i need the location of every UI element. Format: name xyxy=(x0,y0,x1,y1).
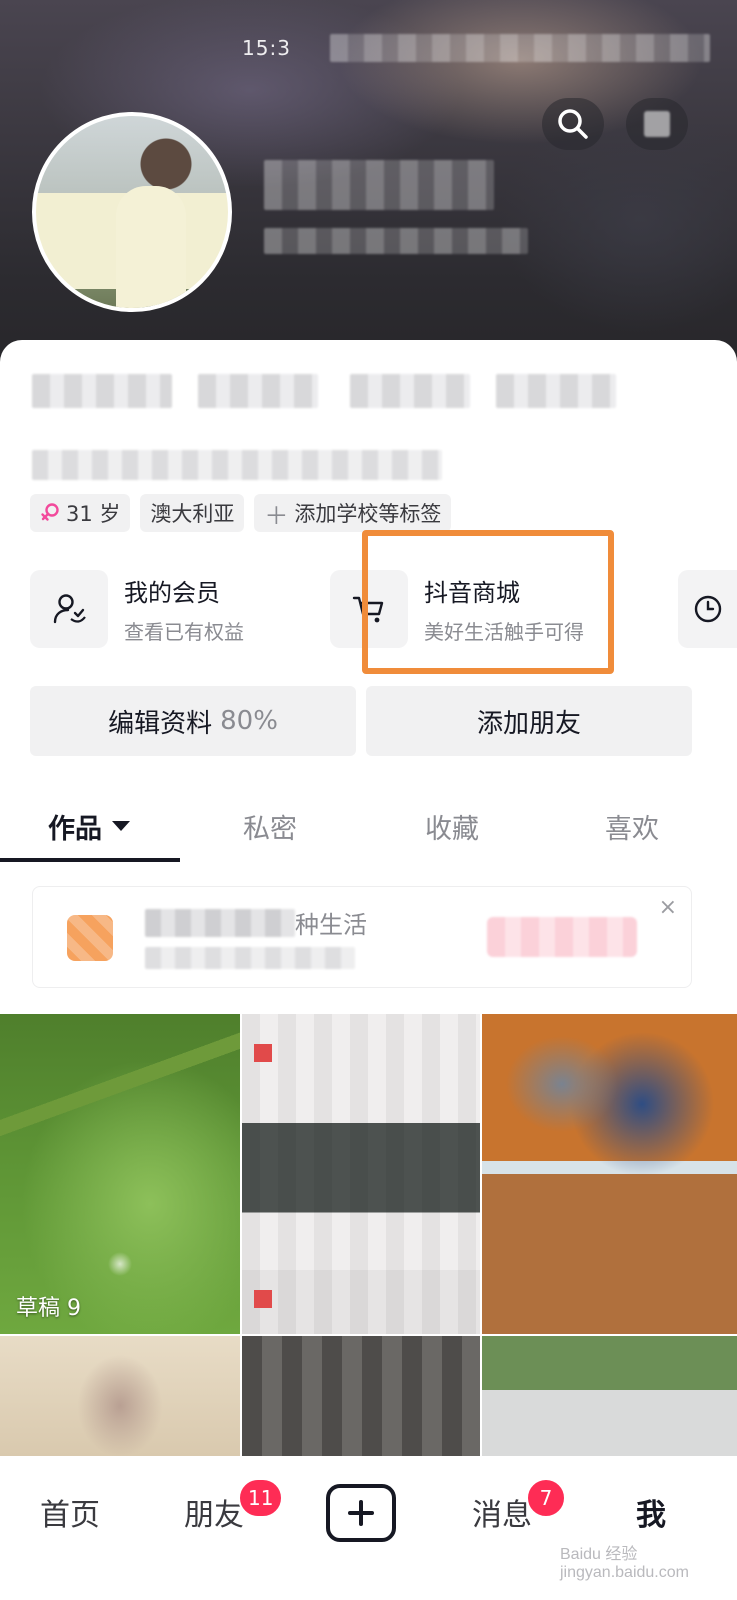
banner-action-button[interactable] xyxy=(487,917,637,957)
douyin-id xyxy=(264,228,528,254)
search-icon xyxy=(558,109,588,139)
more-button[interactable] xyxy=(626,98,688,150)
stat-following[interactable] xyxy=(198,374,318,408)
highlight-box xyxy=(362,530,614,674)
region-tag: 澳大利亚 xyxy=(140,494,245,532)
profile-tags: 31 岁 澳大利亚 ＋ 添加学校等标签 xyxy=(30,494,452,532)
tab-likes[interactable]: 喜欢 xyxy=(542,790,722,862)
close-icon[interactable]: × xyxy=(659,895,677,920)
plus-icon xyxy=(348,1500,374,1526)
nav-messages[interactable]: 消息 xyxy=(472,1490,532,1534)
clock-icon xyxy=(678,570,737,648)
friends-badge: 11 xyxy=(238,1478,284,1518)
tab-works-label: 作品 xyxy=(48,813,102,845)
add-friend-button[interactable]: 添加朋友 xyxy=(366,686,692,756)
status-icons xyxy=(330,34,710,62)
age-label: 31 岁 xyxy=(66,502,121,526)
search-button[interactable] xyxy=(542,98,604,150)
female-icon xyxy=(41,503,59,521)
nickname xyxy=(264,160,494,210)
tab-likes-label: 喜欢 xyxy=(605,813,659,845)
banner-title-suffix: 种生活 xyxy=(295,911,367,939)
member-card[interactable]: 我的会员 查看已有权益 xyxy=(30,570,320,648)
messages-badge: 7 xyxy=(526,1478,566,1518)
avatar[interactable] xyxy=(32,112,232,312)
create-button[interactable] xyxy=(326,1484,396,1542)
plus-icon: ＋ xyxy=(264,501,289,530)
tab-favorites[interactable]: 收藏 xyxy=(362,790,542,862)
tab-indicator xyxy=(0,858,180,862)
video-draft[interactable]: 草稿 9 xyxy=(0,1014,240,1334)
caret-down-icon xyxy=(112,821,130,831)
watermark: Baidu 经验 jingyan.baidu.com xyxy=(560,1546,689,1581)
region-label: 澳大利亚 xyxy=(150,502,235,526)
profile-tabs: 作品 私密 收藏 喜欢 xyxy=(0,790,737,864)
banner-subtitle xyxy=(145,947,355,969)
member-card-title: 我的会员 xyxy=(124,579,220,607)
video-thumb[interactable] xyxy=(482,1336,737,1456)
tab-favorites-label: 收藏 xyxy=(425,813,479,845)
nav-home[interactable]: 首页 xyxy=(40,1490,100,1534)
video-thumb[interactable] xyxy=(242,1014,480,1334)
add-tag-button[interactable]: ＋ 添加学校等标签 xyxy=(254,494,452,532)
banner-icon xyxy=(67,915,113,961)
video-thumb[interactable] xyxy=(242,1336,480,1456)
nav-me[interactable]: 我 xyxy=(636,1490,666,1534)
bio-text xyxy=(32,450,442,480)
tab-private[interactable]: 私密 xyxy=(180,790,360,862)
age-tag: 31 岁 xyxy=(30,494,131,532)
promo-banner[interactable]: 种生活 × xyxy=(32,886,692,988)
member-card-subtitle: 查看已有权益 xyxy=(124,620,244,644)
edit-profile-label: 编辑资料 xyxy=(108,708,213,739)
draft-label: 草稿 9 xyxy=(16,1296,81,1321)
bottom-nav: 首页 朋友 11 消息 7 我 Baidu 经验 jingyan.baidu.c… xyxy=(0,1456,737,1600)
edit-profile-percent: 80% xyxy=(220,706,278,736)
history-card[interactable] xyxy=(678,570,737,648)
video-grid: 草稿 9 xyxy=(0,1014,737,1456)
nav-friends[interactable]: 朋友 xyxy=(184,1490,244,1534)
video-thumb[interactable] xyxy=(0,1336,240,1456)
edit-profile-button[interactable]: 编辑资料 80% xyxy=(30,686,356,756)
tab-works[interactable]: 作品 xyxy=(0,790,180,862)
status-time: 15:3 xyxy=(242,36,291,60)
member-icon xyxy=(30,570,108,648)
stat-followers[interactable] xyxy=(350,374,470,408)
stat-likes[interactable] xyxy=(32,374,172,408)
add-tag-label: 添加学校等标签 xyxy=(294,502,442,526)
stat-other[interactable] xyxy=(496,374,616,408)
tab-private-label: 私密 xyxy=(243,813,297,845)
banner-title xyxy=(145,909,295,937)
add-friend-label: 添加朋友 xyxy=(476,708,581,739)
more-icon xyxy=(644,111,670,137)
video-thumb[interactable] xyxy=(482,1014,737,1334)
